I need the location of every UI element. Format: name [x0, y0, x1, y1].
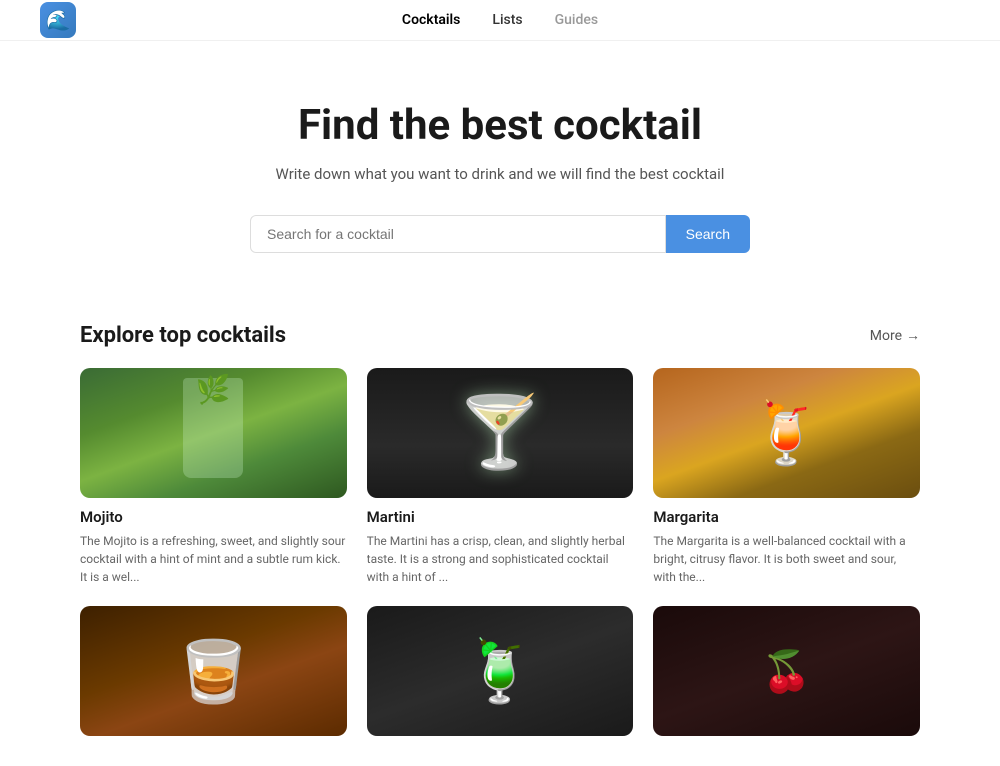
cocktail-desc-mojito: The Mojito is a refreshing, sweet, and s…: [80, 532, 347, 586]
cocktail-card-mojito[interactable]: Mojito The Mojito is a refreshing, sweet…: [80, 368, 347, 586]
search-input[interactable]: [250, 215, 666, 253]
explore-section: Explore top cocktails More → Mojito The …: [0, 293, 1000, 766]
cocktail-card-5[interactable]: [367, 606, 634, 746]
cocktail-image-margarita: [653, 368, 920, 498]
more-link[interactable]: More →: [870, 327, 920, 344]
logo-icon: 🌊: [40, 2, 76, 38]
cocktail-desc-martini: The Martini has a crisp, clean, and slig…: [367, 532, 634, 586]
main-nav: Cocktails Lists Guides: [402, 12, 598, 28]
cocktail-name-martini: Martini: [367, 508, 634, 526]
nav-item-cocktails[interactable]: Cocktails: [402, 12, 460, 28]
cocktail-name-margarita: Margarita: [653, 508, 920, 526]
explore-header: Explore top cocktails More →: [80, 323, 920, 348]
logo-area: 🌊: [40, 2, 76, 38]
logo-emoji: 🌊: [46, 8, 71, 32]
search-button[interactable]: Search: [666, 215, 750, 253]
hero-title: Find the best cocktail: [20, 101, 980, 151]
cocktail-desc-margarita: The Margarita is a well-balanced cocktai…: [653, 532, 920, 586]
more-arrow-icon: →: [906, 327, 920, 344]
nav-item-lists[interactable]: Lists: [492, 12, 522, 28]
more-label: More: [870, 328, 902, 344]
cocktail-image-5: [367, 606, 634, 736]
cocktail-name-mojito: Mojito: [80, 508, 347, 526]
cocktail-image-6: [653, 606, 920, 736]
cocktail-grid: Mojito The Mojito is a refreshing, sweet…: [80, 368, 920, 746]
explore-title: Explore top cocktails: [80, 323, 286, 348]
cocktail-image-mojito: [80, 368, 347, 498]
header: 🌊 Cocktails Lists Guides: [0, 0, 1000, 41]
cocktail-card-4[interactable]: [80, 606, 347, 746]
cocktail-card-6[interactable]: [653, 606, 920, 746]
cocktail-image-4: [80, 606, 347, 736]
hero-subtitle: Write down what you want to drink and we…: [20, 165, 980, 183]
nav-item-guides[interactable]: Guides: [555, 12, 598, 28]
cocktail-image-martini: [367, 368, 634, 498]
cocktail-card-margarita[interactable]: Margarita The Margarita is a well-balanc…: [653, 368, 920, 586]
cocktail-card-martini[interactable]: Martini The Martini has a crisp, clean, …: [367, 368, 634, 586]
search-bar: Search: [250, 215, 750, 253]
hero-section: Find the best cocktail Write down what y…: [0, 41, 1000, 293]
